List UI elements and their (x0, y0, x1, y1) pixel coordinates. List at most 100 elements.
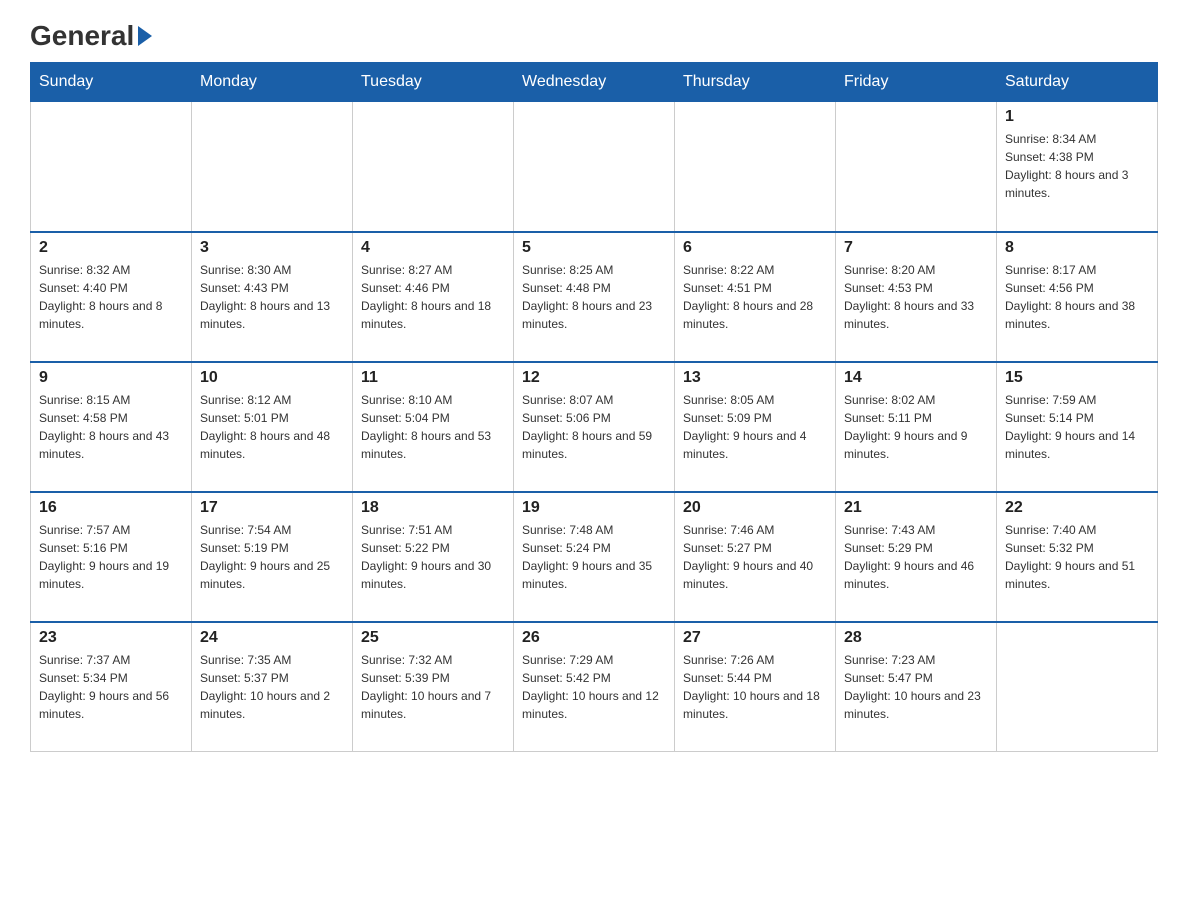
day-number: 25 (361, 629, 505, 647)
day-number: 12 (522, 369, 666, 387)
day-number: 3 (200, 239, 344, 257)
day-info: Sunrise: 8:15 AMSunset: 4:58 PMDaylight:… (39, 391, 183, 463)
day-info: Sunrise: 7:35 AMSunset: 5:37 PMDaylight:… (200, 651, 344, 723)
calendar-day-cell (353, 102, 514, 232)
calendar-day-cell: 21 Sunrise: 7:43 AMSunset: 5:29 PMDayligh… (836, 492, 997, 622)
day-info: Sunrise: 8:25 AMSunset: 4:48 PMDaylight:… (522, 261, 666, 333)
day-number: 15 (1005, 369, 1149, 387)
calendar-day-cell: 22 Sunrise: 7:40 AMSunset: 5:32 PMDayligh… (997, 492, 1158, 622)
day-number: 19 (522, 499, 666, 517)
calendar-day-cell: 15 Sunrise: 7:59 AMSunset: 5:14 PMDayligh… (997, 362, 1158, 492)
calendar-header-tuesday: Tuesday (353, 63, 514, 102)
calendar-day-cell: 13 Sunrise: 8:05 AMSunset: 5:09 PMDayligh… (675, 362, 836, 492)
day-info: Sunrise: 8:02 AMSunset: 5:11 PMDaylight:… (844, 391, 988, 463)
calendar-day-cell (675, 102, 836, 232)
day-info: Sunrise: 8:12 AMSunset: 5:01 PMDaylight:… (200, 391, 344, 463)
calendar-week-row: 1 Sunrise: 8:34 AMSunset: 4:38 PMDaylight… (31, 102, 1158, 232)
day-info: Sunrise: 7:23 AMSunset: 5:47 PMDaylight:… (844, 651, 988, 723)
day-number: 17 (200, 499, 344, 517)
day-info: Sunrise: 7:59 AMSunset: 5:14 PMDaylight:… (1005, 391, 1149, 463)
day-info: Sunrise: 8:27 AMSunset: 4:46 PMDaylight:… (361, 261, 505, 333)
day-info: Sunrise: 8:07 AMSunset: 5:06 PMDaylight:… (522, 391, 666, 463)
day-number: 26 (522, 629, 666, 647)
calendar-day-cell (192, 102, 353, 232)
day-number: 20 (683, 499, 827, 517)
calendar-day-cell: 8 Sunrise: 8:17 AMSunset: 4:56 PMDaylight… (997, 232, 1158, 362)
day-number: 6 (683, 239, 827, 257)
day-info: Sunrise: 8:34 AMSunset: 4:38 PMDaylight:… (1005, 130, 1149, 202)
calendar-header-thursday: Thursday (675, 63, 836, 102)
day-info: Sunrise: 8:17 AMSunset: 4:56 PMDaylight:… (1005, 261, 1149, 333)
calendar-day-cell: 14 Sunrise: 8:02 AMSunset: 5:11 PMDayligh… (836, 362, 997, 492)
calendar-header-row: SundayMondayTuesdayWednesdayThursdayFrid… (31, 63, 1158, 102)
calendar-header-monday: Monday (192, 63, 353, 102)
calendar-day-cell: 3 Sunrise: 8:30 AMSunset: 4:43 PMDaylight… (192, 232, 353, 362)
calendar-header-sunday: Sunday (31, 63, 192, 102)
day-number: 24 (200, 629, 344, 647)
calendar-day-cell: 27Sunrise: 7:26 AMSunset: 5:44 PMDayligh… (675, 622, 836, 752)
day-number: 2 (39, 239, 183, 257)
day-info: Sunrise: 7:48 AMSunset: 5:24 PMDaylight:… (522, 521, 666, 593)
calendar-day-cell: 20 Sunrise: 7:46 AMSunset: 5:27 PMDayligh… (675, 492, 836, 622)
day-number: 27 (683, 629, 827, 647)
day-info: Sunrise: 7:29 AMSunset: 5:42 PMDaylight:… (522, 651, 666, 723)
day-info: Sunrise: 7:46 AMSunset: 5:27 PMDaylight:… (683, 521, 827, 593)
calendar-day-cell: 7 Sunrise: 8:20 AMSunset: 4:53 PMDaylight… (836, 232, 997, 362)
calendar-day-cell (31, 102, 192, 232)
calendar-day-cell: 18 Sunrise: 7:51 AMSunset: 5:22 PMDayligh… (353, 492, 514, 622)
calendar-day-cell: 2 Sunrise: 8:32 AMSunset: 4:40 PMDaylight… (31, 232, 192, 362)
day-number: 13 (683, 369, 827, 387)
calendar-day-cell: 4 Sunrise: 8:27 AMSunset: 4:46 PMDaylight… (353, 232, 514, 362)
day-number: 11 (361, 369, 505, 387)
calendar-day-cell: 5 Sunrise: 8:25 AMSunset: 4:48 PMDaylight… (514, 232, 675, 362)
day-info: Sunrise: 7:54 AMSunset: 5:19 PMDaylight:… (200, 521, 344, 593)
calendar-header-saturday: Saturday (997, 63, 1158, 102)
calendar-table: SundayMondayTuesdayWednesdayThursdayFrid… (30, 62, 1158, 752)
calendar-day-cell: 16 Sunrise: 7:57 AMSunset: 5:16 PMDayligh… (31, 492, 192, 622)
calendar-day-cell: 25 Sunrise: 7:32 AMSunset: 5:39 PMDayligh… (353, 622, 514, 752)
logo: General (30, 20, 154, 52)
logo-general-text: General (30, 20, 134, 52)
day-info: Sunrise: 8:30 AMSunset: 4:43 PMDaylight:… (200, 261, 344, 333)
day-info: Sunrise: 8:22 AMSunset: 4:51 PMDaylight:… (683, 261, 827, 333)
day-info: Sunrise: 7:57 AMSunset: 5:16 PMDaylight:… (39, 521, 183, 593)
calendar-header-wednesday: Wednesday (514, 63, 675, 102)
day-info: Sunrise: 7:51 AMSunset: 5:22 PMDaylight:… (361, 521, 505, 593)
calendar-day-cell: 17 Sunrise: 7:54 AMSunset: 5:19 PMDayligh… (192, 492, 353, 622)
calendar-week-row: 23Sunrise: 7:37 AMSunset: 5:34 PMDayligh… (31, 622, 1158, 752)
calendar-day-cell (836, 102, 997, 232)
calendar-day-cell: 10 Sunrise: 8:12 AMSunset: 5:01 PMDayligh… (192, 362, 353, 492)
day-number: 4 (361, 239, 505, 257)
calendar-day-cell: 23Sunrise: 7:37 AMSunset: 5:34 PMDayligh… (31, 622, 192, 752)
calendar-day-cell: 9 Sunrise: 8:15 AMSunset: 4:58 PMDaylight… (31, 362, 192, 492)
logo-arrow-icon (138, 26, 152, 46)
calendar-day-cell: 12 Sunrise: 8:07 AMSunset: 5:06 PMDayligh… (514, 362, 675, 492)
calendar-week-row: 2 Sunrise: 8:32 AMSunset: 4:40 PMDaylight… (31, 232, 1158, 362)
day-number: 16 (39, 499, 183, 517)
calendar-day-cell: 19 Sunrise: 7:48 AMSunset: 5:24 PMDayligh… (514, 492, 675, 622)
day-number: 22 (1005, 499, 1149, 517)
calendar-day-cell: 11Sunrise: 8:10 AMSunset: 5:04 PMDayligh… (353, 362, 514, 492)
day-info: Sunrise: 7:43 AMSunset: 5:29 PMDaylight:… (844, 521, 988, 593)
day-number: 14 (844, 369, 988, 387)
day-number: 1 (1005, 108, 1149, 126)
day-info: Sunrise: 8:05 AMSunset: 5:09 PMDaylight:… (683, 391, 827, 463)
day-number: 5 (522, 239, 666, 257)
day-number: 10 (200, 369, 344, 387)
day-number: 8 (1005, 239, 1149, 257)
day-info: Sunrise: 7:37 AMSunset: 5:34 PMDaylight:… (39, 651, 183, 723)
day-number: 21 (844, 499, 988, 517)
calendar-week-row: 9 Sunrise: 8:15 AMSunset: 4:58 PMDaylight… (31, 362, 1158, 492)
day-number: 7 (844, 239, 988, 257)
calendar-week-row: 16 Sunrise: 7:57 AMSunset: 5:16 PMDayligh… (31, 492, 1158, 622)
day-number: 18 (361, 499, 505, 517)
calendar-day-cell: 1 Sunrise: 8:34 AMSunset: 4:38 PMDaylight… (997, 102, 1158, 232)
calendar-day-cell: 6 Sunrise: 8:22 AMSunset: 4:51 PMDaylight… (675, 232, 836, 362)
calendar-day-cell: 28Sunrise: 7:23 AMSunset: 5:47 PMDayligh… (836, 622, 997, 752)
calendar-header-friday: Friday (836, 63, 997, 102)
day-info: Sunrise: 8:20 AMSunset: 4:53 PMDaylight:… (844, 261, 988, 333)
day-info: Sunrise: 7:32 AMSunset: 5:39 PMDaylight:… (361, 651, 505, 723)
day-info: Sunrise: 7:40 AMSunset: 5:32 PMDaylight:… (1005, 521, 1149, 593)
day-number: 9 (39, 369, 183, 387)
day-info: Sunrise: 8:32 AMSunset: 4:40 PMDaylight:… (39, 261, 183, 333)
